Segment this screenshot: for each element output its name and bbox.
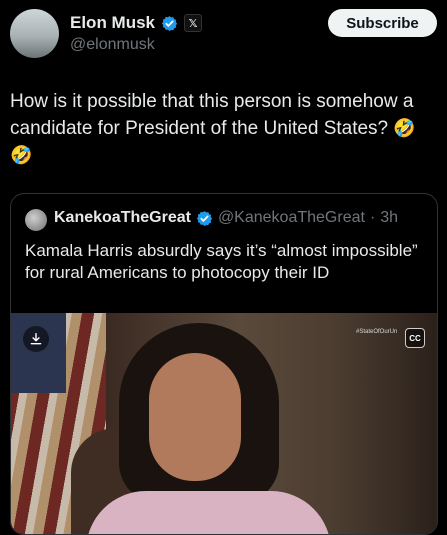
person-face	[149, 353, 241, 481]
separator-dot: ·	[369, 209, 376, 226]
verified-badge-icon	[196, 210, 213, 226]
download-icon	[30, 333, 42, 345]
quoted-post-text: Kamala Harris absurdly says it’s “almost…	[25, 241, 418, 282]
verified-badge-icon	[161, 15, 178, 31]
quoted-author-name[interactable]: KanekoaTheGreat	[54, 209, 191, 227]
quoted-author-handle[interactable]: @KanekoaTheGreat	[218, 209, 365, 227]
emoji-rofl: 🤣	[10, 145, 33, 165]
author-name[interactable]: Elon Musk	[70, 13, 155, 33]
emoji-rofl: 🤣	[393, 118, 416, 138]
quoted-video[interactable]: #StateOfOurUn CC	[11, 313, 437, 534]
author-row: Elon Musk 𝕏	[70, 13, 203, 33]
x-logo-icon: 𝕏	[184, 14, 203, 32]
person-suit	[86, 491, 331, 534]
download-button[interactable]	[23, 326, 49, 352]
post-body: How is it possible that this person is s…	[10, 91, 414, 139]
post-text: How is it possible that this person is s…	[10, 88, 440, 169]
quoted-author-avatar[interactable]	[25, 209, 47, 231]
video-watermark: #StateOfOurUn	[356, 329, 398, 335]
closed-captions-icon[interactable]: CC	[405, 328, 425, 348]
subscribe-button[interactable]: Subscribe	[328, 9, 437, 37]
author-info: Elon Musk 𝕏	[70, 13, 203, 33]
quoted-post[interactable]: KanekoaTheGreat @KanekoaTheGreat · 3h Ka…	[10, 193, 438, 535]
author-handle[interactable]: @elonmusk	[70, 36, 155, 54]
author-avatar[interactable]	[10, 9, 59, 58]
flag-canton	[11, 313, 66, 393]
quoted-post-header: KanekoaTheGreat @KanekoaTheGreat · 3h	[54, 209, 398, 227]
quoted-post-time[interactable]: 3h	[380, 209, 398, 227]
